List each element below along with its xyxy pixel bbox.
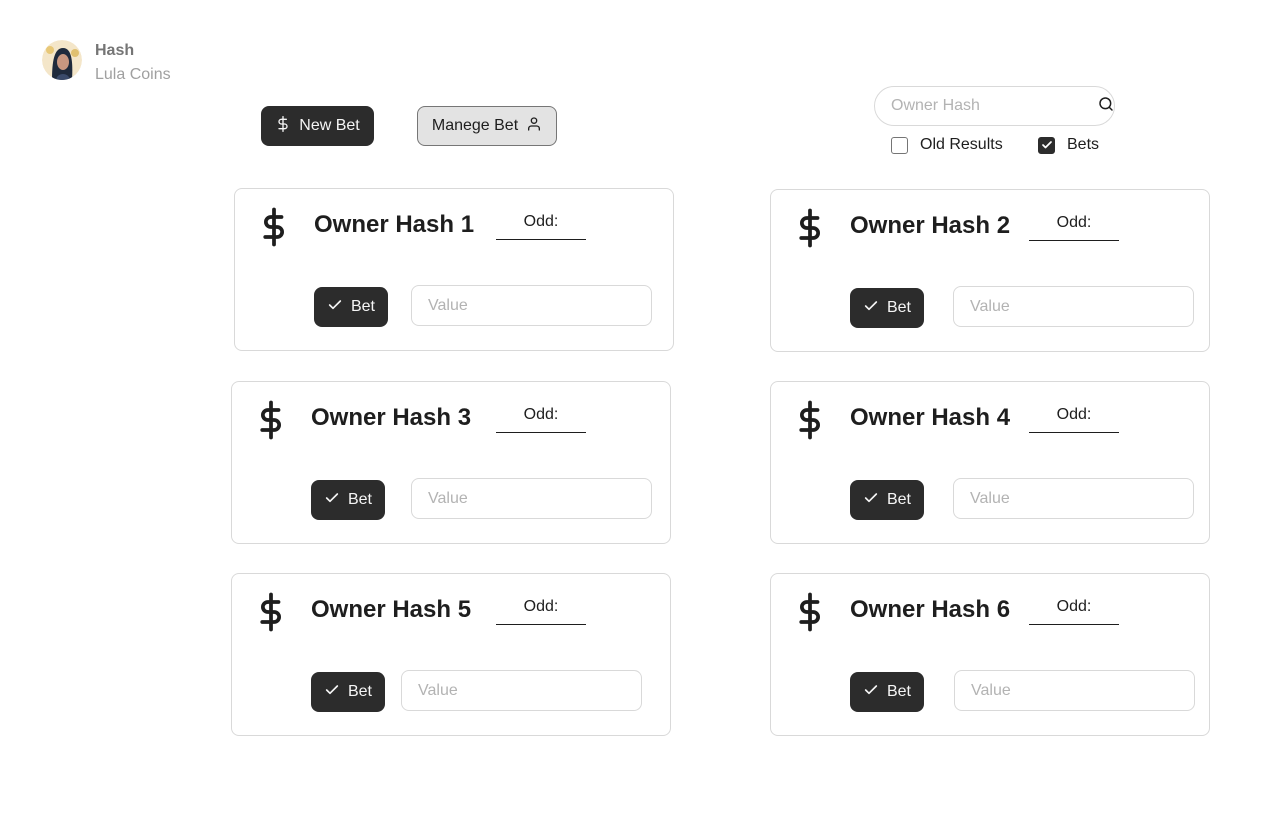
check-icon xyxy=(863,298,879,319)
new-bet-button[interactable]: New Bet xyxy=(261,106,374,146)
value-input[interactable] xyxy=(411,285,652,326)
dollar-icon xyxy=(256,400,286,445)
check-icon xyxy=(324,682,340,703)
odd-field[interactable]: Odd: xyxy=(1029,214,1119,241)
bets-filter[interactable]: Bets xyxy=(1038,136,1099,154)
odd-field[interactable]: Odd: xyxy=(1029,598,1119,625)
owner-title: Owner Hash 6 xyxy=(850,596,1011,623)
check-icon xyxy=(863,682,879,703)
bet-label: Bet xyxy=(886,491,911,508)
odd-field[interactable]: Odd: xyxy=(496,406,586,433)
user-icon xyxy=(526,116,542,137)
value-input[interactable] xyxy=(953,286,1194,327)
check-icon xyxy=(327,297,343,318)
old-results-checkbox[interactable] xyxy=(891,136,908,154)
search-input[interactable] xyxy=(891,97,1098,115)
odd-field[interactable]: Odd: xyxy=(1029,406,1119,433)
value-input[interactable] xyxy=(953,478,1194,519)
bets-checkbox[interactable] xyxy=(1038,136,1055,154)
bet-button[interactable]: Bet xyxy=(850,480,924,520)
avatar[interactable] xyxy=(42,40,82,80)
bet-card: Owner Hash 3 Odd: Bet xyxy=(231,381,671,544)
dollar-icon xyxy=(795,208,825,253)
dollar-icon xyxy=(795,400,825,445)
app-root: Hash Lula Coins New Bet Manege Bet Owner… xyxy=(0,0,1280,832)
bet-card: Owner Hash 4 Odd: Bet xyxy=(770,381,1210,544)
bet-button[interactable]: Bet xyxy=(311,672,385,712)
odd-field[interactable]: Odd: xyxy=(496,598,586,625)
dollar-icon xyxy=(275,115,291,137)
profile-subtitle: Lula Coins xyxy=(95,66,171,83)
search-icon[interactable] xyxy=(1098,96,1114,117)
profile-name: Hash xyxy=(95,42,135,59)
dollar-icon xyxy=(795,592,825,637)
bet-button[interactable]: Bet xyxy=(311,480,385,520)
old-results-label: Old Results xyxy=(920,136,1003,153)
bet-card: Owner Hash 6 Odd: Bet xyxy=(770,573,1210,736)
bet-button[interactable]: Bet xyxy=(314,287,388,327)
bet-label: Bet xyxy=(886,299,911,316)
value-input[interactable] xyxy=(954,670,1195,711)
value-input[interactable] xyxy=(401,670,642,711)
bet-card: Owner Hash 2 Odd: Bet xyxy=(770,189,1210,352)
bet-button[interactable]: Bet xyxy=(850,288,924,328)
odd-field[interactable]: Odd: xyxy=(496,213,586,240)
bet-card: Owner Hash 5 Odd: Bet xyxy=(231,573,671,736)
manage-bet-button[interactable]: Manege Bet xyxy=(417,106,557,146)
bet-label: Bet xyxy=(347,683,372,700)
old-results-filter[interactable]: Old Results xyxy=(891,136,1003,154)
owner-title: Owner Hash 4 xyxy=(850,404,1011,431)
bet-label: Bet xyxy=(350,298,375,315)
dollar-icon xyxy=(259,207,289,252)
bets-label: Bets xyxy=(1067,136,1100,153)
search-box xyxy=(874,86,1115,126)
owner-title: Owner Hash 1 xyxy=(314,211,475,238)
owner-title: Owner Hash 2 xyxy=(850,212,1011,239)
new-bet-label: New Bet xyxy=(299,117,360,134)
bet-label: Bet xyxy=(886,683,911,700)
owner-title: Owner Hash 3 xyxy=(311,404,472,431)
bet-button[interactable]: Bet xyxy=(850,672,924,712)
bet-card: Owner Hash 1 Odd: Bet xyxy=(234,188,674,351)
bet-label: Bet xyxy=(347,491,372,508)
dollar-icon xyxy=(256,592,286,637)
manage-bet-label: Manege Bet xyxy=(431,117,519,134)
check-icon xyxy=(324,490,340,511)
value-input[interactable] xyxy=(411,478,652,519)
owner-title: Owner Hash 5 xyxy=(311,596,472,623)
check-icon xyxy=(863,490,879,511)
